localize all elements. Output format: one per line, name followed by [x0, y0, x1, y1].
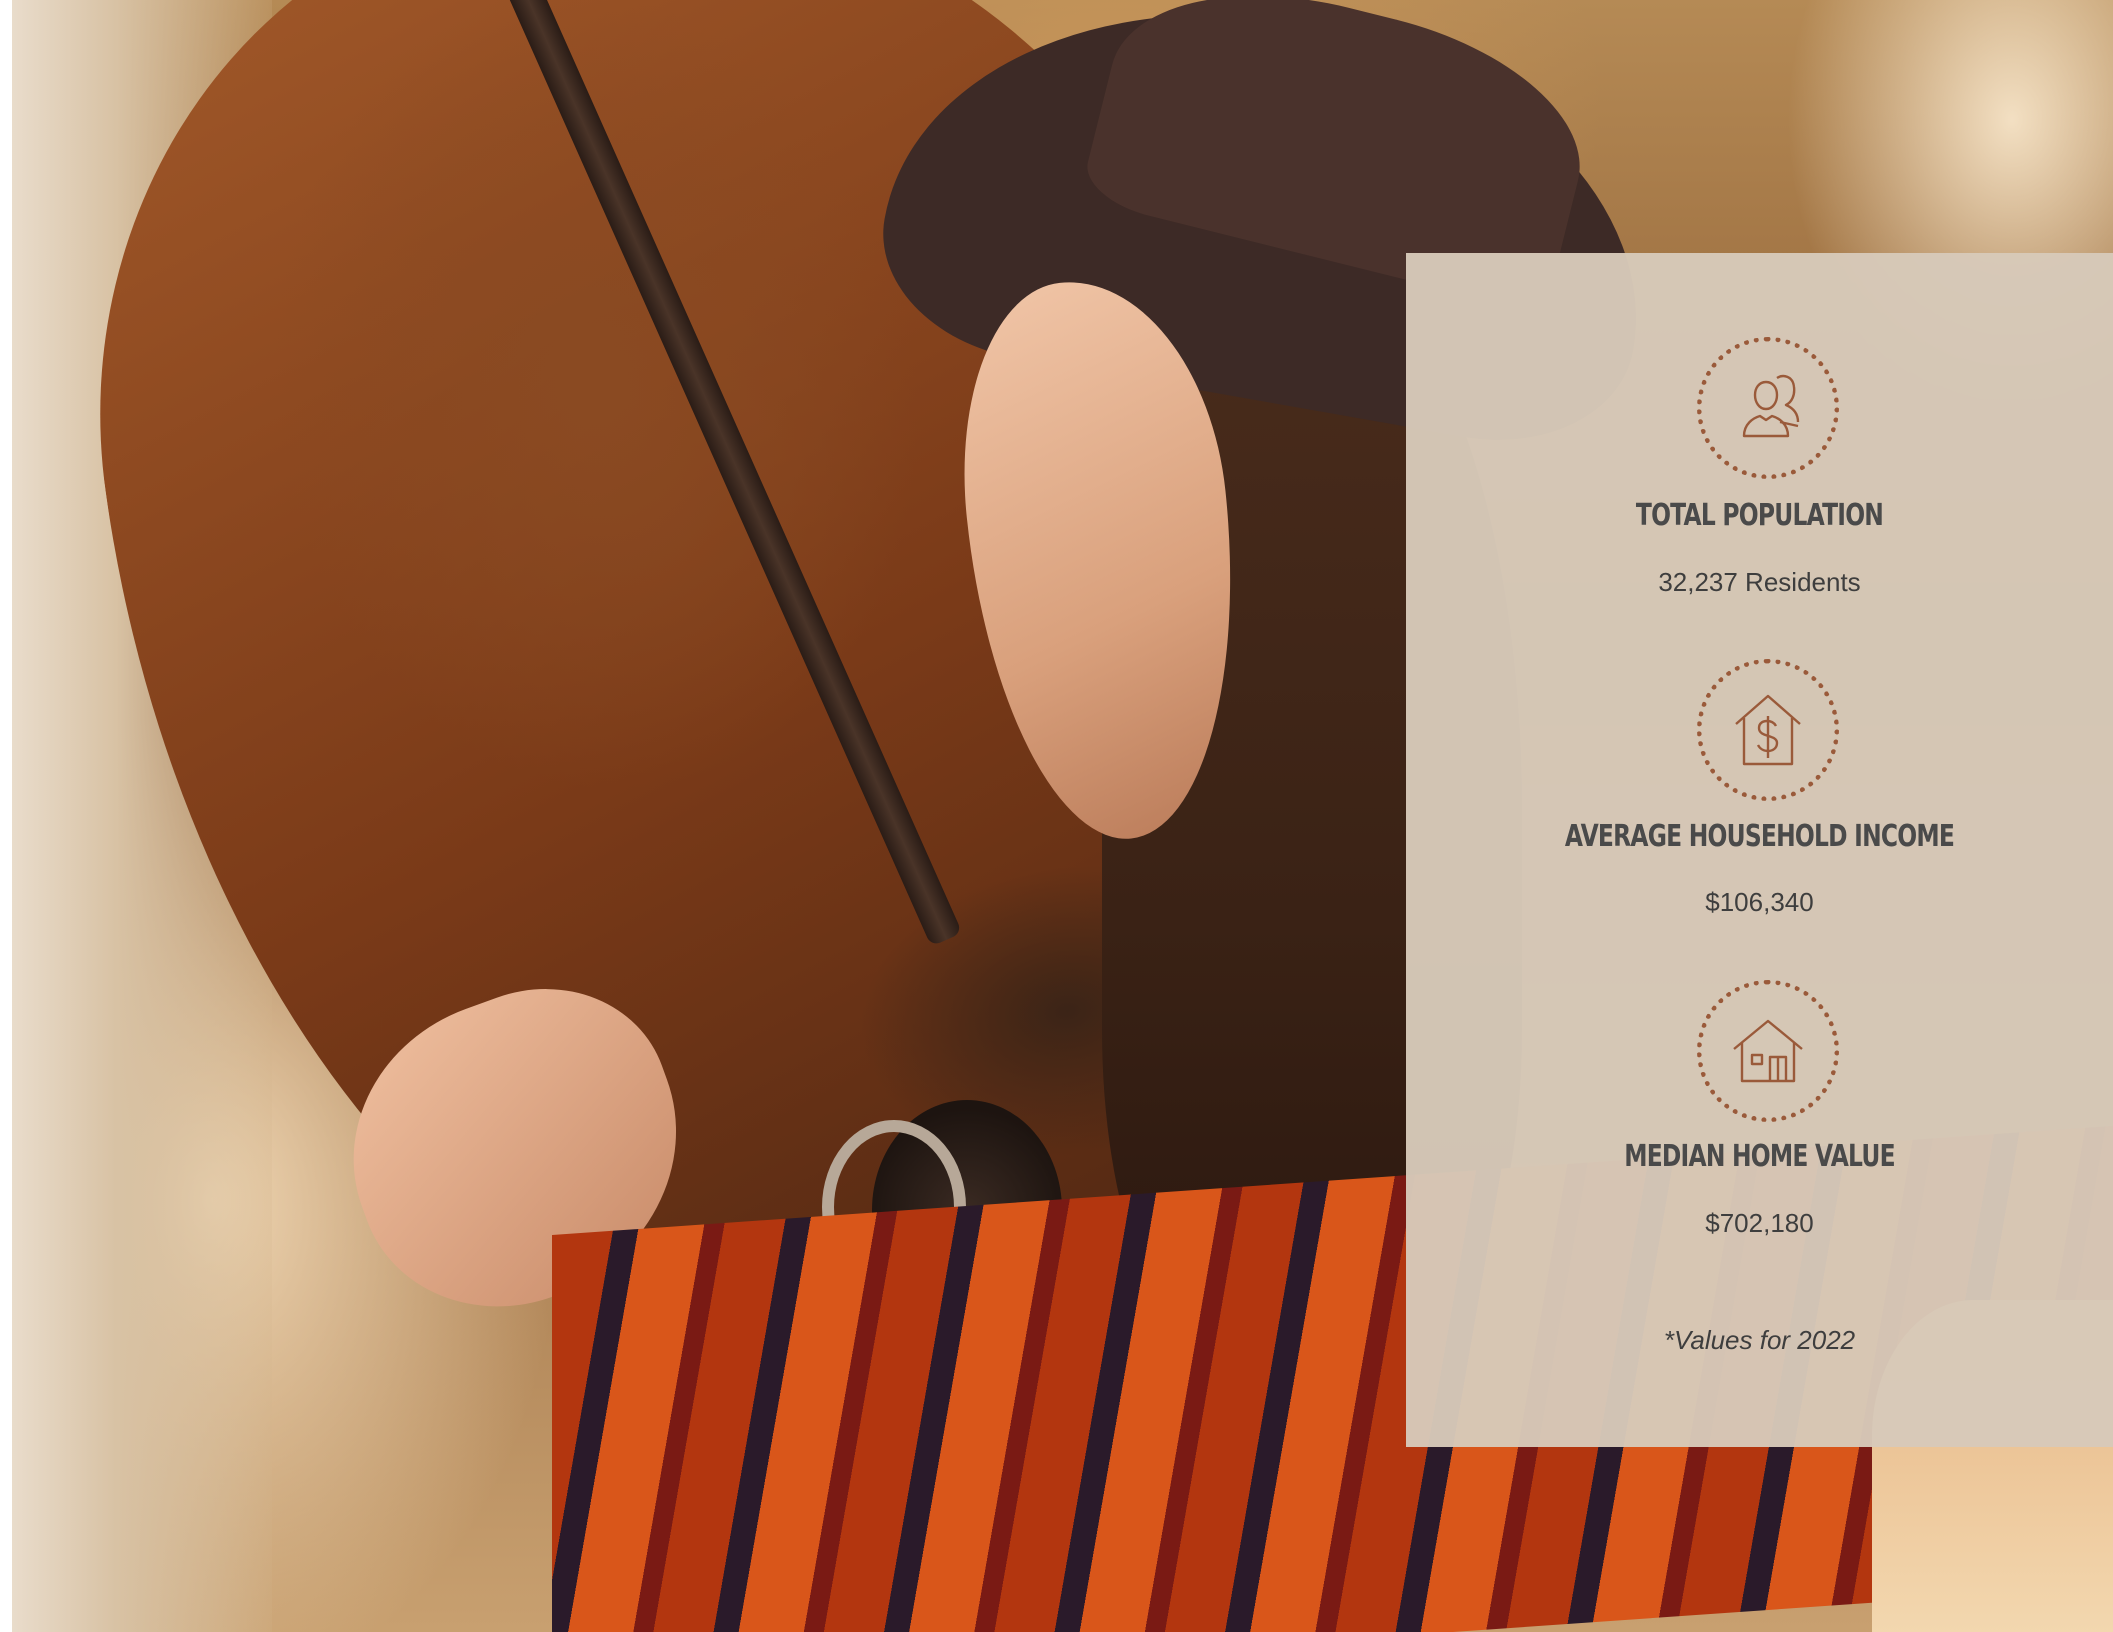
population-icon [1697, 337, 1839, 479]
stat-value: 32,237 Residents [1658, 567, 1861, 597]
home-value-icon [1697, 980, 1839, 1122]
stats-panel: TOTAL POPULATION 32,237 Residents AVERAG… [1406, 253, 2113, 1447]
stat-title: TOTAL POPULATION [1635, 498, 1884, 533]
household-income-icon [1697, 659, 1839, 801]
stat-value: $702,180 [1705, 1208, 1814, 1238]
stat-title: MEDIAN HOME VALUE [1624, 1139, 1895, 1174]
stat-value: $106,340 [1705, 887, 1814, 917]
page: TOTAL POPULATION 32,237 Residents AVERAG… [0, 0, 2113, 1632]
footnote: *Values for 2022 [1663, 1325, 1856, 1355]
stat-title: AVERAGE HOUSEHOLD INCOME [1564, 819, 1955, 854]
